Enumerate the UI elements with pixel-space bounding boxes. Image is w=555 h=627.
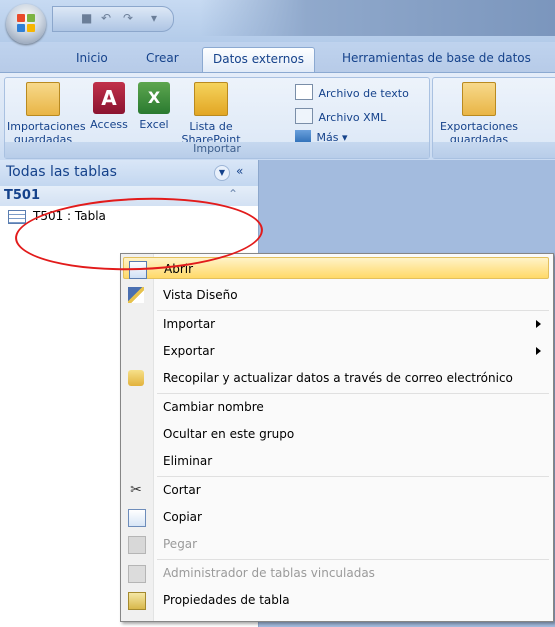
menu-item-copiar[interactable]: Copiar (123, 506, 549, 528)
access-import-button[interactable]: A Access (85, 82, 133, 131)
office-logo-icon (17, 14, 35, 32)
submenu-arrow-icon (536, 347, 541, 355)
redo-icon[interactable]: ↷ (123, 11, 133, 25)
ribbon-tabs: Inicio Crear Datos externos Herramientas… (0, 42, 555, 72)
menu-item-importar[interactable]: Importar (123, 313, 549, 335)
menu-item-recopilar[interactable]: Recopilar y actualizar datos a través de… (123, 367, 549, 389)
sharepoint-list-icon (194, 82, 228, 116)
open-table-icon (129, 261, 147, 279)
saved-imports-icon (26, 82, 60, 116)
chevron-up-icon[interactable]: ⌃ (228, 187, 238, 201)
submenu-arrow-icon (536, 320, 541, 328)
export-group-caption (433, 142, 555, 158)
export-group: Exportaciones guardadas (432, 77, 555, 159)
nav-title: Todas las tablas (6, 164, 117, 180)
properties-icon (128, 592, 146, 610)
nav-table-item[interactable]: T501 : Tabla (0, 206, 258, 228)
collect-data-icon (128, 370, 144, 386)
text-file-icon (295, 84, 313, 100)
customize-qat-icon[interactable]: ▾ (151, 11, 157, 25)
title-area (200, 0, 555, 36)
paste-icon (128, 536, 146, 554)
saved-exports-icon (462, 82, 496, 116)
menu-separator (157, 559, 549, 560)
menu-item-eliminar[interactable]: Eliminar (123, 450, 549, 472)
access-icon: A (93, 82, 125, 114)
saved-imports-button[interactable]: Importaciones guardadas (7, 82, 86, 146)
tab-crear[interactable]: Crear (146, 51, 179, 65)
save-icon[interactable]: ■ (81, 11, 92, 25)
nav-header[interactable]: Todas las tablas ▼ « (0, 160, 258, 187)
design-view-icon (128, 287, 144, 303)
tab-inicio[interactable]: Inicio (76, 51, 108, 65)
menu-item-exportar[interactable]: Exportar (123, 340, 549, 362)
tab-herramientas[interactable]: Herramientas de base de datos (342, 51, 531, 65)
menu-item-administrador[interactable]: Administrador de tablas vinculadas (123, 562, 549, 584)
menu-item-propiedades[interactable]: Propiedades de tabla (123, 589, 549, 611)
saved-exports-button[interactable]: Exportaciones guardadas (435, 82, 523, 146)
excel-import-button[interactable]: X Excel (133, 82, 175, 131)
menu-separator (157, 393, 549, 394)
context-menu: Abrir Vista Diseño Importar Exportar Rec… (120, 253, 554, 622)
title-bar: ■ ↶ ↷ ▾ (0, 0, 555, 42)
collapse-icon[interactable]: « (236, 164, 243, 178)
xml-file-icon (295, 108, 313, 124)
menu-item-pegar[interactable]: Pegar (123, 533, 549, 555)
xml-file-button[interactable]: Archivo XML (295, 108, 386, 124)
table-icon (8, 210, 26, 224)
menu-item-ocultar[interactable]: Ocultar en este grupo (123, 423, 549, 445)
menu-separator (157, 476, 549, 477)
copy-icon (128, 509, 146, 527)
office-button[interactable] (6, 4, 46, 44)
tab-datos-externos[interactable]: Datos externos (202, 47, 315, 72)
import-group: Importaciones guardadas A Access X Excel… (4, 77, 430, 159)
nav-table-label: T501 : Tabla (33, 209, 106, 223)
text-file-button[interactable]: Archivo de texto (295, 84, 409, 100)
menu-item-abrir[interactable]: Abrir (123, 257, 549, 279)
quick-access-toolbar: ■ ↶ ↷ ▾ (52, 6, 174, 32)
nav-dropdown-icon[interactable]: ▼ (214, 165, 230, 181)
linked-tables-icon (128, 565, 146, 583)
nav-group-header[interactable]: T501 ⌃ (0, 186, 258, 206)
excel-icon: X (138, 82, 170, 114)
menu-item-cortar[interactable]: ✂ Cortar (123, 479, 549, 501)
undo-icon[interactable]: ↶ (101, 11, 111, 25)
menu-item-cambiar-nombre[interactable]: Cambiar nombre (123, 396, 549, 418)
nav-group-name: T501 (4, 188, 41, 203)
sharepoint-list-button[interactable]: Lista de SharePoint (175, 82, 247, 146)
import-group-caption: Importar (5, 142, 429, 158)
ribbon: Importaciones guardadas A Access X Excel… (0, 72, 555, 161)
menu-item-vista-diseno[interactable]: Vista Diseño (123, 284, 549, 306)
scissors-icon: ✂ (130, 482, 142, 498)
menu-separator (157, 310, 549, 311)
